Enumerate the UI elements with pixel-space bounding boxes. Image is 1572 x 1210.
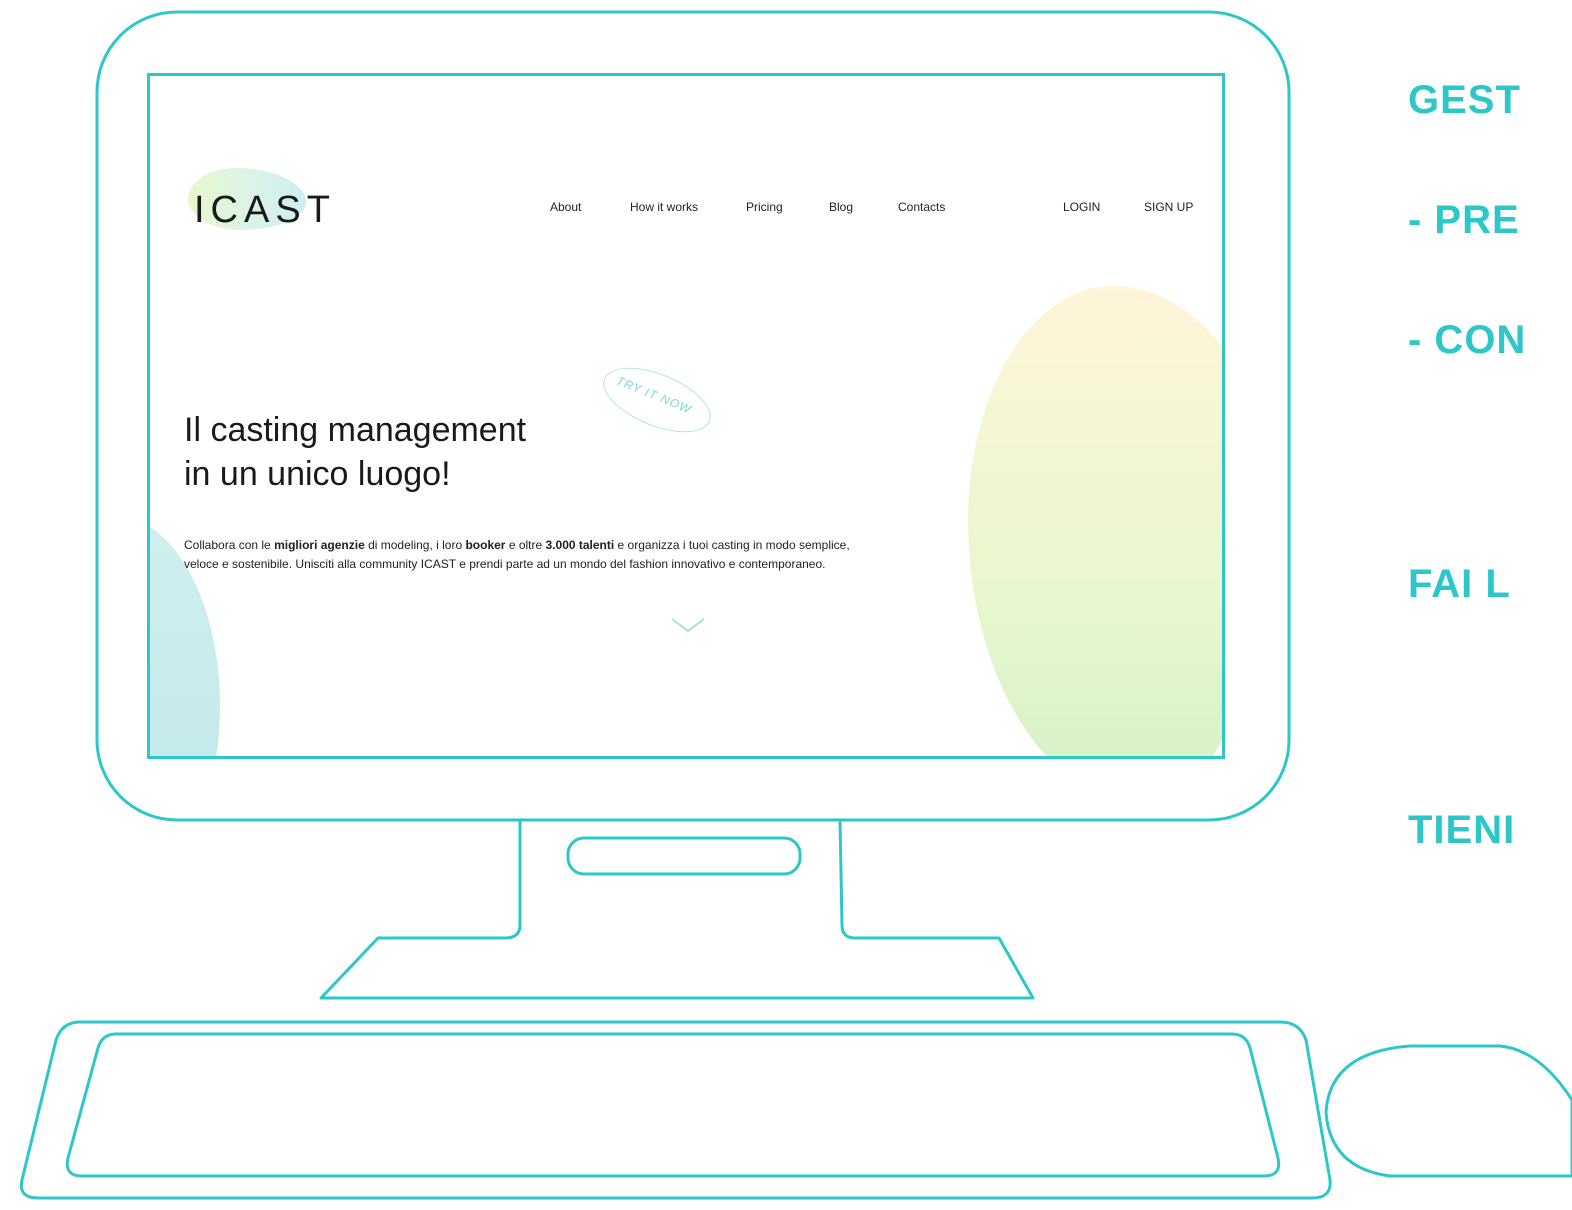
nav-login[interactable]: LOGIN [1063, 200, 1100, 214]
nav-about[interactable]: About [550, 200, 581, 214]
illustration-canvas: ICAST About How it works Pricing Blog Co… [0, 0, 1572, 1210]
hero-title: Il casting management in un unico luogo! [184, 408, 526, 496]
hero-title-line1: Il casting management [184, 411, 527, 449]
keyboard-inner [65, 1032, 1281, 1178]
side-heading-1: GEST [1408, 78, 1521, 122]
stand-slot [566, 836, 802, 876]
desc-text-1: Collabora con le [184, 538, 275, 552]
desc-text-3: e oltre [505, 538, 546, 552]
monitor-screen: ICAST About How it works Pricing Blog Co… [147, 73, 1225, 759]
nav-pricing[interactable]: Pricing [746, 200, 783, 214]
decorative-blob-right [968, 286, 1222, 756]
desc-bold-booker: booker [465, 538, 506, 552]
side-heading-2: - PRE [1408, 198, 1520, 242]
side-heading-3: - CON [1408, 318, 1527, 362]
site-logo[interactable]: ICAST [194, 189, 336, 232]
nav-signup[interactable]: SIGN UP [1144, 200, 1193, 214]
mouse-outline [1324, 1044, 1572, 1178]
side-heading-5: TIENI [1408, 808, 1516, 852]
scroll-down-chevron-icon[interactable] [670, 616, 706, 636]
monitor-stand [319, 818, 1035, 1000]
keyboard-outer [19, 1020, 1332, 1200]
side-heading-4: FAI L [1408, 562, 1511, 606]
nav-how-it-works[interactable]: How it works [630, 200, 698, 214]
hero-description: Collabora con le migliori agenzie di mod… [184, 536, 854, 574]
desc-bold-agencies: migliori agenzie [274, 538, 365, 552]
nav-contacts[interactable]: Contacts [898, 200, 945, 214]
nav-blog[interactable]: Blog [829, 200, 853, 214]
hero-title-line2: in un unico luogo! [184, 455, 451, 493]
desc-bold-talents: 3.000 talenti [545, 538, 615, 552]
desc-text-2: di modeling, i loro [364, 538, 466, 552]
